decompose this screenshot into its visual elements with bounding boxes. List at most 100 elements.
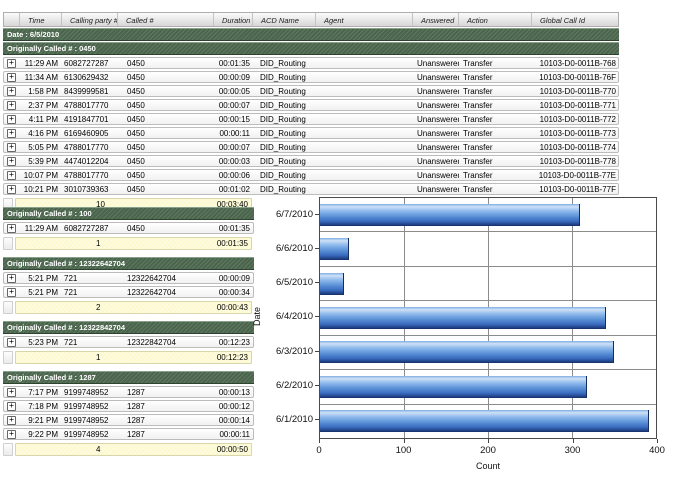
cell-time: 5:39 PM <box>20 157 62 166</box>
expand-button[interactable]: + <box>7 101 16 110</box>
call-row: + 5:21 PM 721 12322642704 00:00:09 <box>3 272 254 284</box>
expand-cell: + <box>4 273 20 283</box>
expand-button[interactable]: + <box>7 129 16 138</box>
expand-button[interactable]: + <box>7 224 16 233</box>
cell-called: 0450 <box>118 185 214 194</box>
cell-duration: 00:00:34 <box>214 288 253 297</box>
chart-y-label-row: 6/2/2010 <box>263 368 319 402</box>
group-summary-row: 4 00:00:50 <box>3 443 254 456</box>
summary-count: 1 <box>96 353 100 362</box>
cell-answered: Unanswered <box>413 101 459 110</box>
cell-called: 1287 <box>118 388 214 397</box>
chart-y-label-row: 6/3/2010 <box>263 334 319 368</box>
summary-band: 1 00:12:23 <box>15 351 252 364</box>
expand-button[interactable]: + <box>7 416 16 425</box>
group-summary-row: 1 00:12:23 <box>3 351 254 364</box>
expand-button[interactable]: + <box>7 288 16 297</box>
expand-button[interactable]: + <box>7 157 16 166</box>
expand-button[interactable]: + <box>7 274 16 283</box>
expand-button[interactable]: + <box>7 73 16 82</box>
expand-button[interactable]: + <box>7 171 16 180</box>
expand-button[interactable]: + <box>7 388 16 397</box>
expand-cell: + <box>4 156 20 166</box>
cell-duration: 00:00:03 <box>214 157 253 166</box>
cell-time: 7:17 PM <box>20 388 62 397</box>
call-row: + 11:34 AM 6130629432 0450 00:00:09 DID_… <box>3 71 619 83</box>
cell-calling-party: 9199748952 <box>62 402 118 411</box>
cell-answered: Unanswered <box>413 115 459 124</box>
chart-y-axis-title: Date <box>250 197 263 437</box>
call-row: + 11:29 AM 6082727287 0450 00:01:35 <box>3 222 254 234</box>
group-band-label: Originally Called # : 12322842704 <box>7 323 125 332</box>
column-header-duration: Duration <box>214 13 253 26</box>
summary-count: 2 <box>96 303 100 312</box>
call-row: + 9:21 PM 9199748952 1287 00:00:14 <box>3 414 254 426</box>
expand-button[interactable]: + <box>7 115 16 124</box>
expand-button[interactable]: + <box>7 185 16 194</box>
cell-time: 5:21 PM <box>20 274 62 283</box>
call-row: + 4:16 PM 6169460905 0450 00:00:11 DID_R… <box>3 127 619 139</box>
cell-called: 12322842704 <box>118 338 214 347</box>
cell-action: Transfer <box>459 129 532 138</box>
cell-called: 12322642704 <box>118 288 214 297</box>
cell-calling-party: 721 <box>62 288 118 297</box>
cell-called: 0450 <box>118 59 214 68</box>
group-rows: + 11:29 AM 6082727287 0450 00:01:35 <box>3 222 254 234</box>
chart-x-tick-label: 400 <box>649 445 665 456</box>
cell-time: 11:29 AM <box>20 59 62 68</box>
expand-button[interactable]: + <box>7 87 16 96</box>
expand-button[interactable]: + <box>7 59 16 68</box>
cell-acd-name: DID_Routing <box>253 101 316 110</box>
expand-cell: + <box>4 387 20 397</box>
cell-duration: 00:00:09 <box>214 73 253 82</box>
bar-chart: Date 6/7/2010 6/6/2010 6/5/2010 6/4/2010… <box>250 197 676 471</box>
call-group-section: Originally Called # : 100 + 11:29 AM 608… <box>3 207 254 250</box>
cell-calling-party: 6169460905 <box>62 129 118 138</box>
expand-button[interactable]: + <box>7 430 16 439</box>
table-header-row: Time Calling party # Called # Duration A… <box>3 12 619 27</box>
x-tick-mark <box>657 439 658 443</box>
expand-cell: + <box>4 429 20 439</box>
cell-action: Transfer <box>459 101 532 110</box>
cell-global-call-id: 10103-D0-0011B-778 <box>532 157 618 166</box>
group-rows: + 5:23 PM 721 12322842704 00:12:23 <box>3 336 254 348</box>
cell-called: 0450 <box>118 87 214 96</box>
report-table: Time Calling party # Called # Duration A… <box>3 12 619 211</box>
chart-y-label-row: 6/7/2010 <box>263 197 319 231</box>
summary-band: 1 00:01:35 <box>15 237 252 250</box>
cell-called: 0450 <box>118 157 214 166</box>
cell-calling-party: 6082727287 <box>62 59 118 68</box>
cell-time: 2:37 PM <box>20 101 62 110</box>
expand-cell: + <box>4 128 20 138</box>
cell-time: 1:58 PM <box>20 87 62 96</box>
summary-stub-cell <box>3 237 13 250</box>
cell-duration: 00:12:23 <box>214 338 253 347</box>
cell-calling-party: 9199748952 <box>62 416 118 425</box>
call-row: + 4:11 PM 4191847701 0450 00:00:15 DID_R… <box>3 113 619 125</box>
expand-cell: + <box>4 114 20 124</box>
cell-called: 1287 <box>118 430 214 439</box>
group-rows: + 7:17 PM 9199748952 1287 00:00:13 + 7:1… <box>3 386 254 440</box>
cell-action: Transfer <box>459 73 532 82</box>
expand-cell: + <box>4 58 20 68</box>
chart-bar-row <box>320 267 656 301</box>
expand-cell: + <box>4 401 20 411</box>
cell-time: 11:29 AM <box>20 224 62 233</box>
cell-action: Transfer <box>459 143 532 152</box>
group-band-label: Originally Called # : 1287 <box>7 373 96 382</box>
expand-button[interactable]: + <box>7 143 16 152</box>
summary-band: 4 00:00:50 <box>15 443 252 456</box>
date-group-band: Date : 6/5/2010 <box>3 28 619 41</box>
group-summary-row: 1 00:01:35 <box>3 237 254 250</box>
call-row: + 5:21 PM 721 12322642704 00:00:34 <box>3 286 254 298</box>
cell-action: Transfer <box>459 87 532 96</box>
chart-y-label-row: 6/6/2010 <box>263 231 319 265</box>
chart-bar <box>320 307 606 329</box>
cell-duration: 00:00:06 <box>214 171 253 180</box>
expand-button[interactable]: + <box>7 338 16 347</box>
cell-global-call-id: 10103-D0-0011B-76F <box>532 73 618 82</box>
chart-bar <box>320 238 349 260</box>
call-group-section: Originally Called # : 12322642704 + 5:21… <box>3 257 254 314</box>
expand-cell: + <box>4 184 20 194</box>
expand-button[interactable]: + <box>7 402 16 411</box>
